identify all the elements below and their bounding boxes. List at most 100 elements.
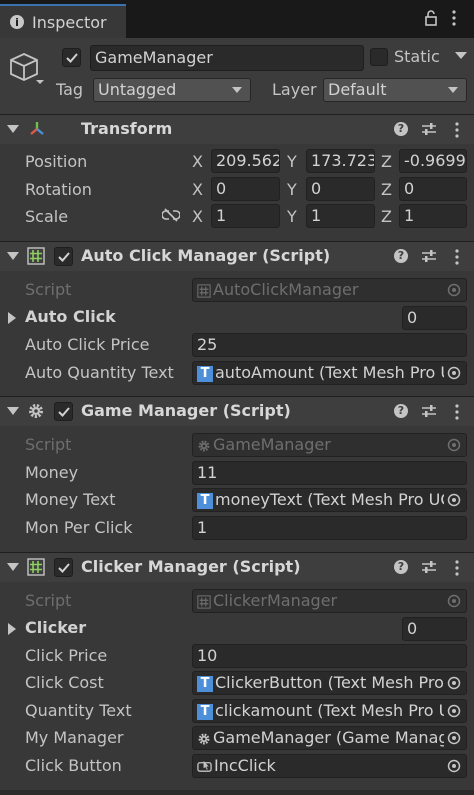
info-icon: i <box>10 15 24 29</box>
more-options-icon[interactable] <box>455 559 459 577</box>
preset-sliders-icon[interactable] <box>421 249 437 263</box>
auto-click-price-label: Auto Click Price <box>25 335 150 354</box>
axis-z-label[interactable]: Z <box>381 180 392 199</box>
static-label: Static <box>394 47 440 66</box>
more-options-icon[interactable] <box>455 121 459 139</box>
auto-quantity-text-label: Auto Quantity Text <box>25 363 174 382</box>
script-label: Script <box>25 435 72 454</box>
object-picker-icon[interactable] <box>444 756 464 776</box>
help-icon[interactable]: ? <box>394 404 408 418</box>
axis-z-label[interactable]: Z <box>381 207 392 226</box>
object-picker-icon[interactable] <box>444 363 464 383</box>
position-x-field[interactable]: 209.562 <box>211 149 280 173</box>
object-picker-icon[interactable] <box>444 490 464 510</box>
click-cost-field[interactable]: T ClickerButton (Text Mesh Pro <box>192 671 467 695</box>
game-manager-enabled-checkbox[interactable] <box>54 402 73 421</box>
object-picker-icon[interactable] <box>444 701 464 721</box>
clicker-label[interactable]: Clicker <box>25 618 86 637</box>
auto-click-size-field[interactable]: 0 <box>402 306 467 330</box>
script-hash-icon <box>197 283 211 298</box>
more-options-icon[interactable] <box>455 403 459 421</box>
scale-label: Scale <box>25 207 69 226</box>
axis-y-label[interactable]: Y <box>287 207 297 226</box>
static-checkbox[interactable] <box>370 48 388 66</box>
auto-click-manager-enabled-checkbox[interactable] <box>54 247 73 266</box>
preset-sliders-icon[interactable] <box>421 122 437 136</box>
click-button-value: IncClick <box>214 756 276 775</box>
my-manager-field[interactable]: GameManager (Game Manag <box>192 726 467 750</box>
click-cost-label: Click Cost <box>25 673 104 692</box>
script-value: ClickerManager <box>213 591 338 610</box>
auto-click-price-field[interactable]: 25 <box>192 333 467 357</box>
mon-per-click-field[interactable]: 1 <box>192 516 467 540</box>
foldout-arrow-icon[interactable] <box>7 407 19 415</box>
text-mesh-pro-icon: T <box>197 365 213 382</box>
scale-x-field[interactable]: 1 <box>211 204 280 228</box>
auto-click-manager-script-field: AutoClickManager <box>192 278 467 302</box>
money-text-label: Money Text <box>25 490 116 509</box>
clicker-manager-header[interactable]: Clicker Manager (Script) ? <box>0 552 474 582</box>
more-options-icon[interactable] <box>451 8 457 28</box>
help-icon[interactable]: ? <box>394 122 408 136</box>
axis-x-label[interactable]: X <box>192 180 203 199</box>
more-options-icon[interactable] <box>455 248 459 266</box>
foldout-arrow-icon[interactable] <box>7 125 19 133</box>
script-hash-icon <box>27 247 45 265</box>
quantity-text-field[interactable]: Tclickamount (Text Mesh Pro U <box>192 699 467 723</box>
script-label: Script <box>25 591 72 610</box>
preset-sliders-icon[interactable] <box>421 404 437 418</box>
foldout-arrow-icon[interactable] <box>7 252 19 260</box>
axis-y-label[interactable]: Y <box>287 152 297 171</box>
rotation-y-field[interactable]: 0 <box>306 177 375 201</box>
click-button-field[interactable]: IncClick <box>192 754 467 778</box>
foldout-arrow-icon[interactable] <box>8 623 16 635</box>
gameobject-name-field[interactable]: GameManager <box>90 45 364 71</box>
game-manager-title: Game Manager (Script) <box>81 401 291 420</box>
axis-z-label[interactable]: Z <box>381 152 392 171</box>
object-picker-icon[interactable] <box>444 673 464 693</box>
scale-z-field[interactable]: 1 <box>399 204 467 228</box>
foldout-arrow-icon[interactable] <box>7 563 19 571</box>
tab-inspector[interactable]: i Inspector <box>0 4 126 38</box>
cube-icon[interactable] <box>8 50 46 88</box>
text-mesh-pro-icon: T <box>197 492 213 509</box>
help-icon[interactable]: ? <box>394 560 408 574</box>
object-picker-icon <box>447 283 461 297</box>
foldout-arrow-icon[interactable] <box>8 312 16 324</box>
money-text-field[interactable]: TmoneyText (Text Mesh Pro UG <box>192 488 467 512</box>
object-picker-icon[interactable] <box>444 728 464 748</box>
auto-click-manager-header[interactable]: Auto Click Manager (Script) ? <box>0 241 474 271</box>
game-manager-script-field: GameManager <box>192 433 467 457</box>
axis-y-label[interactable]: Y <box>287 180 297 199</box>
transform-title: Transform <box>81 119 173 138</box>
transform-axes-icon <box>30 122 44 135</box>
auto-quantity-text-field[interactable]: TautoAmount (Text Mesh Pro U <box>192 361 467 385</box>
script-hash-icon <box>27 558 45 576</box>
help-icon[interactable]: ? <box>394 249 408 263</box>
clicker-size-field[interactable]: 0 <box>402 617 467 641</box>
transform-header[interactable]: Transform ? <box>0 114 474 144</box>
preset-sliders-icon[interactable] <box>421 560 437 574</box>
auto-click-label[interactable]: Auto Click <box>25 307 116 326</box>
rotation-z-field[interactable]: 0 <box>399 177 467 201</box>
chevron-down-icon[interactable] <box>455 52 467 60</box>
auto-click-manager-title: Auto Click Manager (Script) <box>81 246 331 265</box>
tag-dropdown[interactable]: Untagged <box>93 78 251 102</box>
scale-y-field[interactable]: 1 <box>306 204 375 228</box>
position-y-field[interactable]: 173.723 <box>306 149 375 173</box>
axis-x-label[interactable]: X <box>192 152 203 171</box>
lock-icon[interactable] <box>425 10 437 26</box>
axis-x-label[interactable]: X <box>192 207 203 226</box>
gameobject-active-checkbox[interactable] <box>62 48 81 67</box>
position-z-field[interactable]: -0.9699 <box>399 149 467 173</box>
game-manager-header[interactable]: Game Manager (Script) ? <box>0 396 474 426</box>
link-broken-icon[interactable] <box>162 208 180 222</box>
layer-dropdown[interactable]: Default <box>323 78 467 102</box>
rotation-x-field[interactable]: 0 <box>211 177 280 201</box>
money-text-value: moneyText (Text Mesh Pro UG <box>215 490 453 509</box>
money-label: Money <box>25 463 79 482</box>
clicker-manager-enabled-checkbox[interactable] <box>54 558 73 577</box>
money-field[interactable]: 11 <box>192 461 467 485</box>
click-price-field[interactable]: 10 <box>192 644 467 668</box>
chevron-down-icon <box>448 87 458 93</box>
